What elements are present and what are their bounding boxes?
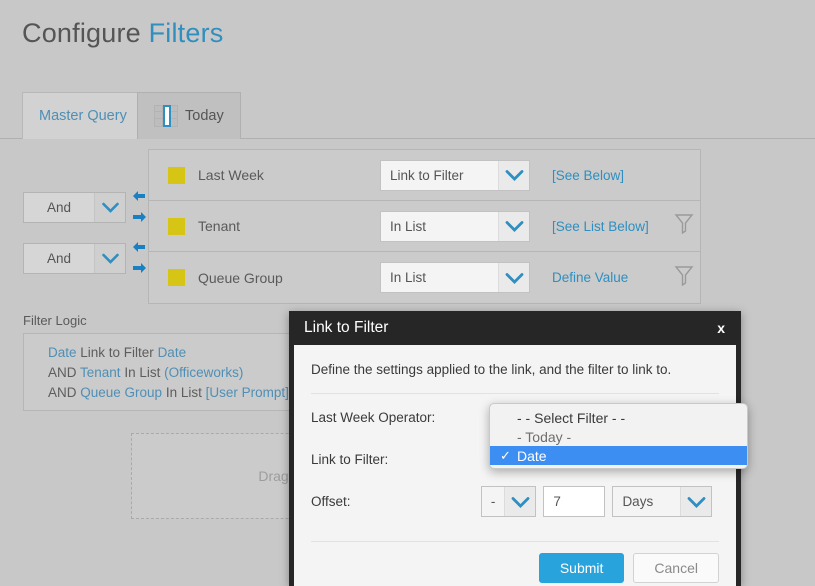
logic-operator-row-1: And [23,188,146,227]
logic-operator-select-1[interactable]: And [23,192,126,223]
chevron-down-icon [498,211,529,241]
offset-amount-input[interactable]: 7 [543,486,606,517]
tab-master-query-label: Master Query [39,108,127,124]
logic-token: AND [48,385,81,400]
filter-logic-label: Filter Logic [23,313,87,328]
filter-operator-value: Link to Filter [390,167,464,183]
logic-token: Tenant [80,365,121,380]
field-color-swatch [168,269,185,286]
filter-select-dropdown[interactable]: - - Select Filter - - - Today - ✓ Date [489,403,748,469]
filter-operator-select[interactable]: Link to Filter [380,159,530,191]
filter-field-name: Queue Group [198,269,283,286]
dropdown-option[interactable]: - - Select Filter - - [490,408,747,427]
page-title-accent: Filters [148,18,224,48]
filter-logic-box: Date Link to Filter Date AND Tenant In L… [23,333,323,411]
filter-field-name: Last Week [198,167,264,183]
tab-strip: Master Query Today [0,92,815,139]
chevron-down-icon [498,160,529,190]
filter-field-name: Tenant [198,218,241,234]
tab-today-label: Today [185,108,224,124]
link-to-filter-label: Link to Filter: [311,452,389,467]
funnel-icon[interactable] [674,213,696,239]
filter-value-link[interactable]: [See List Below] [552,219,674,234]
logic-token: Date [48,345,77,360]
logic-token: Link to Filter [76,345,158,360]
table-row[interactable]: Tenant In List [See List Below] [149,201,700,252]
chevron-down-icon [504,487,536,516]
offset-label: Offset: [311,494,351,509]
logic-token: [User Prompt] [205,385,289,400]
filter-operator-select[interactable]: In List [380,262,530,293]
chevron-down-icon [94,193,125,222]
arrow-left-icon[interactable] [133,239,146,257]
tab-today[interactable]: Today [137,92,241,139]
dialog-title-bar: Link to Filter x [289,311,741,345]
tab-master-query[interactable]: Master Query [22,92,144,139]
filter-logic-line: AND Queue Group In List [User Prompt] [48,383,322,403]
arrow-right-icon[interactable] [133,209,146,227]
logic-operator-select-2[interactable]: And [23,243,126,274]
dialog-description: Define the settings applied to the link,… [311,345,719,394]
filter-value-link[interactable]: [See Below] [552,168,674,183]
page-title: Configure Filters [22,18,223,49]
reorder-arrows-1 [133,188,146,227]
funnel-icon[interactable] [674,265,696,291]
chevron-down-icon [94,244,125,273]
offset-sign-select[interactable]: - [480,486,537,517]
logic-operator-value-1: And [46,200,72,215]
table-row[interactable]: Queue Group In List Define Value [149,252,700,303]
filter-logic-line: AND Tenant In List (Officeworks) [48,363,322,383]
offset-unit-value: Days [622,494,654,509]
table-grid-icon [154,105,178,127]
logic-token: In List [120,365,165,380]
dropdown-option-label: - Today - [517,428,572,445]
filter-rows-panel: Last Week Link to Filter [See Below] Ten… [148,149,701,304]
offset-field-row: Offset: - 7 Days [311,483,719,520]
logic-token: Queue Group [80,385,163,400]
arrow-right-icon[interactable] [133,260,146,278]
logic-token: Date [157,345,187,360]
chevron-down-icon [498,263,529,292]
operator-field-label: Last Week Operator: [311,410,436,425]
filter-operator-value: In List [390,270,427,285]
page-title-prefix: Configure [22,18,141,48]
logic-token: (Officeworks) [164,365,244,380]
logic-operator-value-2: And [46,251,72,266]
dropdown-option-label: Date [517,447,547,464]
filter-logic-line: Date Link to Filter Date [48,343,322,363]
field-color-swatch [168,166,185,184]
filter-value-link[interactable]: Define Value [552,270,674,285]
dropdown-option-selected[interactable]: ✓ Date [490,446,747,465]
dropdown-option[interactable]: - Today - [490,427,747,446]
filter-operator-value: In List [390,218,427,234]
close-icon[interactable]: x [717,320,725,336]
chevron-down-icon [680,487,711,516]
checkmark-icon: ✓ [500,447,511,463]
logic-token: In List [162,385,206,400]
dropdown-option-label: - - Select Filter - - [517,409,626,426]
filter-operator-select[interactable]: In List [380,210,530,242]
logic-operator-row-2: And [23,239,146,278]
arrow-left-icon[interactable] [133,188,146,206]
dialog-footer: Submit Cancel [311,541,719,583]
logic-token: AND [48,365,81,380]
table-row[interactable]: Last Week Link to Filter [See Below] [149,150,700,201]
offset-sign-value: - [490,494,496,509]
field-color-swatch [168,217,185,235]
offset-unit-select[interactable]: Days [612,486,712,517]
dialog-title: Link to Filter [304,319,389,336]
reorder-arrows-2 [133,239,146,278]
